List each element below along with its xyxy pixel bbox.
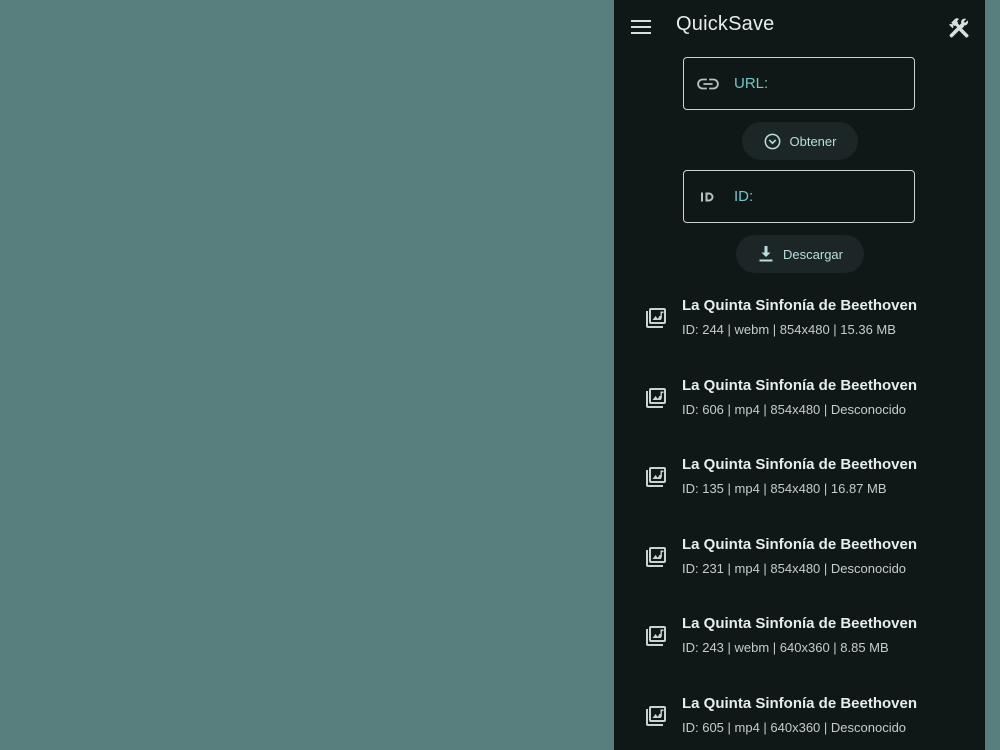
format-list-item[interactable]: La Quinta Sinfonía de Beethoven ID: 231 … xyxy=(614,520,985,592)
item-icon xyxy=(643,305,669,331)
url-field-icon xyxy=(696,72,720,96)
url-field[interactable]: URL: xyxy=(683,57,915,110)
id-icon xyxy=(701,192,714,202)
format-list-item[interactable]: La Quinta Sinfonía de Beethoven ID: 606 … xyxy=(614,361,985,433)
menu-button[interactable] xyxy=(628,14,654,40)
item-icon xyxy=(643,623,669,649)
fetch-button-label: Obtener xyxy=(789,133,837,149)
menu-icon xyxy=(631,20,651,34)
item-icon xyxy=(643,544,669,570)
item-title: La Quinta Sinfonía de Beethoven xyxy=(682,535,918,553)
music-video-library-icon xyxy=(646,546,666,567)
app-bar: QuickSave xyxy=(614,0,985,52)
item-icon xyxy=(643,385,669,411)
download-button[interactable]: Descargar xyxy=(736,235,864,273)
download-icon xyxy=(759,246,773,262)
quicksave-panel: QuickSave URL: Obtener ID: Descargar La … xyxy=(614,0,985,750)
item-title: La Quinta Sinfonía de Beethoven xyxy=(682,695,918,712)
item-title: La Quinta Sinfonía de Beethoven xyxy=(682,456,918,474)
app-title: QuickSave xyxy=(676,13,775,35)
window-edge xyxy=(985,0,1000,750)
download-button-label: Descargar xyxy=(783,246,843,262)
id-field[interactable]: ID: xyxy=(683,170,915,223)
item-details: ID: 605 | mp4 | 640x360 | Desconocido xyxy=(682,720,907,735)
settings-tools-button[interactable] xyxy=(946,15,972,41)
item-title: La Quinta Sinfonía de Beethoven xyxy=(682,297,918,314)
url-input[interactable] xyxy=(764,68,908,100)
music-video-library-icon xyxy=(646,387,666,408)
id-field-icon xyxy=(696,185,720,209)
fetch-button[interactable]: Obtener xyxy=(742,122,858,160)
fetch-button-icon xyxy=(764,132,782,150)
music-video-library-icon xyxy=(646,706,666,726)
format-list-item[interactable]: La Quinta Sinfonía de Beethoven ID: 135 … xyxy=(614,440,985,512)
music-video-library-icon xyxy=(646,626,666,647)
item-details: ID: 244 | webm | 854x480 | 15.36 MB xyxy=(682,322,896,337)
item-title: La Quinta Sinfonía de Beethoven xyxy=(682,615,918,633)
id-input[interactable] xyxy=(764,181,908,213)
item-details: ID: 231 | mp4 | 854x480 | Desconocido xyxy=(682,560,907,576)
chevron-circle-down-icon xyxy=(764,133,781,149)
item-icon xyxy=(643,464,669,490)
tools-icon xyxy=(949,18,969,38)
format-list-item[interactable]: La Quinta Sinfonía de Beethoven ID: 244 … xyxy=(614,281,985,353)
id-label: ID: xyxy=(734,188,754,205)
item-details: ID: 606 | mp4 | 854x480 | Desconocido xyxy=(682,401,907,417)
music-video-library-icon xyxy=(646,308,666,328)
item-details: ID: 243 | webm | 640x360 | 8.85 MB xyxy=(682,640,889,656)
download-button-icon xyxy=(757,245,775,263)
format-list-item[interactable]: La Quinta Sinfonía de Beethoven ID: 243 … xyxy=(614,599,985,671)
item-details: ID: 135 | mp4 | 854x480 | 16.87 MB xyxy=(682,481,887,497)
item-title: La Quinta Sinfonía de Beethoven xyxy=(682,376,918,394)
format-list-item[interactable]: La Quinta Sinfonía de Beethoven ID: 605 … xyxy=(614,679,985,750)
item-icon xyxy=(643,703,669,729)
link-icon xyxy=(697,78,719,90)
music-video-library-icon xyxy=(646,467,666,488)
